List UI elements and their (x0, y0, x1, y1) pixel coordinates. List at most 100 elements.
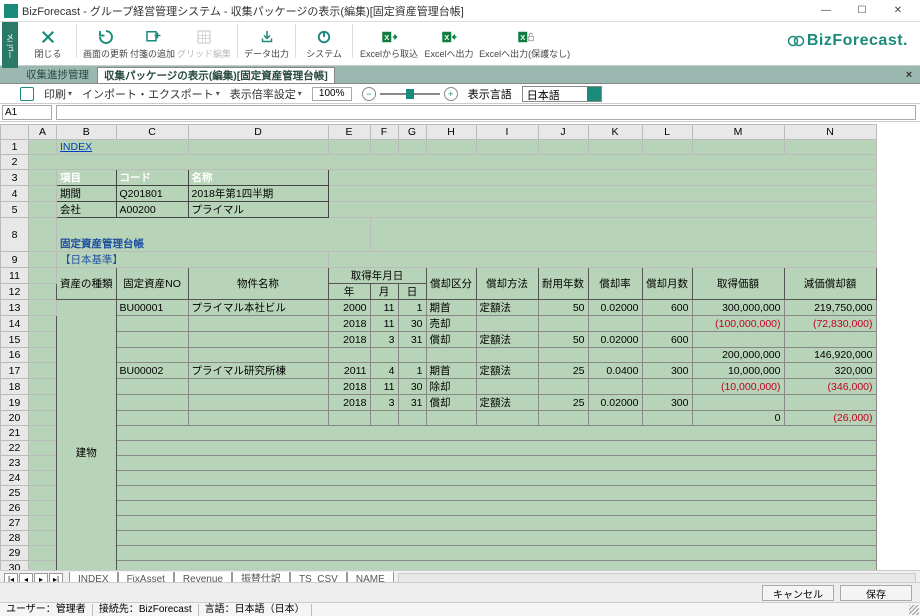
cell[interactable]: 31 (398, 332, 426, 348)
cell[interactable]: 50 (538, 300, 588, 316)
cell[interactable] (116, 316, 188, 332)
data-export-button[interactable]: データ出力 (244, 24, 289, 64)
cell[interactable]: 11 (370, 300, 398, 316)
cell[interactable] (116, 531, 876, 546)
cell[interactable] (476, 348, 538, 363)
row-header[interactable]: 26 (1, 501, 29, 516)
cell[interactable] (116, 411, 188, 426)
cell[interactable]: 定額法 (476, 332, 538, 348)
row-header[interactable]: 2 (1, 155, 29, 170)
cell[interactable]: 25 (538, 363, 588, 379)
cell[interactable]: 償却 (426, 332, 476, 348)
spreadsheet-area[interactable]: A B C D E F G H I J K L M N 1INDEX 2 3 項… (0, 124, 920, 570)
cell[interactable] (116, 395, 188, 411)
print-dropdown[interactable]: 印刷 (44, 86, 72, 102)
col-header[interactable]: A (29, 125, 57, 140)
refresh-button[interactable]: 画面の更新 (83, 24, 128, 64)
cell[interactable]: (26,000) (784, 411, 876, 426)
zoom-out-button[interactable]: − (362, 87, 376, 101)
cell[interactable] (188, 379, 328, 395)
cell[interactable] (426, 348, 476, 363)
cell[interactable]: 0.02000 (588, 332, 642, 348)
row-header[interactable]: 23 (1, 456, 29, 471)
cell[interactable] (328, 348, 370, 363)
col-header[interactable]: C (116, 125, 188, 140)
cell[interactable] (784, 395, 876, 411)
cell[interactable]: (72,830,000) (784, 316, 876, 332)
col-header[interactable]: I (476, 125, 538, 140)
cell[interactable]: 600 (642, 300, 692, 316)
col-header[interactable]: B (57, 125, 117, 140)
cell[interactable] (116, 516, 876, 531)
row-header[interactable]: 16 (1, 348, 29, 363)
cell[interactable]: 2018 (328, 332, 370, 348)
col-header[interactable]: G (398, 125, 426, 140)
window-minimize-button[interactable]: — (808, 1, 844, 21)
cell[interactable]: (346,000) (784, 379, 876, 395)
row-header[interactable]: 1 (1, 140, 29, 155)
cell[interactable] (116, 426, 876, 441)
grid-edit-button[interactable]: グリッド編集 (177, 24, 231, 64)
row-header[interactable]: 29 (1, 546, 29, 561)
excel-export-noprotect-button[interactable]: X Excelへ出力(保護なし) (479, 24, 570, 64)
cell[interactable] (370, 348, 398, 363)
cell[interactable] (588, 316, 642, 332)
cell[interactable] (538, 348, 588, 363)
cell[interactable] (116, 501, 876, 516)
row-header[interactable]: 8 (1, 218, 29, 252)
row-header[interactable]: 22 (1, 441, 29, 456)
cell[interactable] (370, 411, 398, 426)
cell[interactable]: 0.0400 (588, 363, 642, 379)
cell[interactable]: 定額法 (476, 395, 538, 411)
col-header[interactable]: K (588, 125, 642, 140)
cell[interactable] (692, 395, 784, 411)
tab-package-edit[interactable]: 収集パッケージの表示(編集)[固定資産管理台帳] (97, 67, 335, 83)
zoom-in-button[interactable]: + (444, 87, 458, 101)
cell[interactable] (642, 411, 692, 426)
row-header[interactable]: 20 (1, 411, 29, 426)
cell[interactable] (116, 546, 876, 561)
window-maximize-button[interactable]: ☐ (844, 1, 880, 21)
cell[interactable] (642, 316, 692, 332)
cell[interactable]: 600 (642, 332, 692, 348)
cell[interactable] (116, 471, 876, 486)
corner-cell[interactable] (1, 125, 29, 140)
cell[interactable] (188, 316, 328, 332)
row-header[interactable]: 21 (1, 426, 29, 441)
tab-close-button[interactable]: × (902, 69, 916, 81)
zoom-slider[interactable]: − + (362, 87, 458, 101)
cell[interactable]: 償却 (426, 395, 476, 411)
cell[interactable] (538, 379, 588, 395)
row-header[interactable]: 15 (1, 332, 29, 348)
cell[interactable]: (100,000,000) (692, 316, 784, 332)
close-button[interactable]: 閉じる (26, 24, 70, 64)
zoom-value[interactable]: 100% (312, 87, 352, 101)
cell[interactable]: 0 (692, 411, 784, 426)
cell[interactable]: 1 (398, 300, 426, 316)
col-header[interactable]: F (370, 125, 398, 140)
row-header[interactable]: 19 (1, 395, 29, 411)
cell[interactable] (116, 441, 876, 456)
system-button[interactable]: システム (302, 24, 346, 64)
row-header[interactable]: 24 (1, 471, 29, 486)
row-header[interactable]: 17 (1, 363, 29, 379)
cell[interactable]: 50 (538, 332, 588, 348)
cell[interactable]: 10,000,000 (692, 363, 784, 379)
cell[interactable] (398, 348, 426, 363)
col-header[interactable]: J (538, 125, 588, 140)
cell[interactable] (398, 411, 426, 426)
cell[interactable] (188, 332, 328, 348)
cell[interactable]: 320,000 (784, 363, 876, 379)
cell[interactable] (116, 456, 876, 471)
cell[interactable]: 期首 (426, 300, 476, 316)
cell[interactable]: 11 (370, 316, 398, 332)
cell[interactable]: 300 (642, 395, 692, 411)
row-header[interactable]: 12 (1, 284, 29, 300)
row-header[interactable]: 5 (1, 202, 29, 218)
cell[interactable]: 2000 (328, 300, 370, 316)
cell[interactable]: BU00002 (116, 363, 188, 379)
cell[interactable] (476, 316, 538, 332)
cell[interactable]: プライマル本社ビル (188, 300, 328, 316)
row-header[interactable]: 18 (1, 379, 29, 395)
row-header[interactable]: 30 (1, 561, 29, 571)
